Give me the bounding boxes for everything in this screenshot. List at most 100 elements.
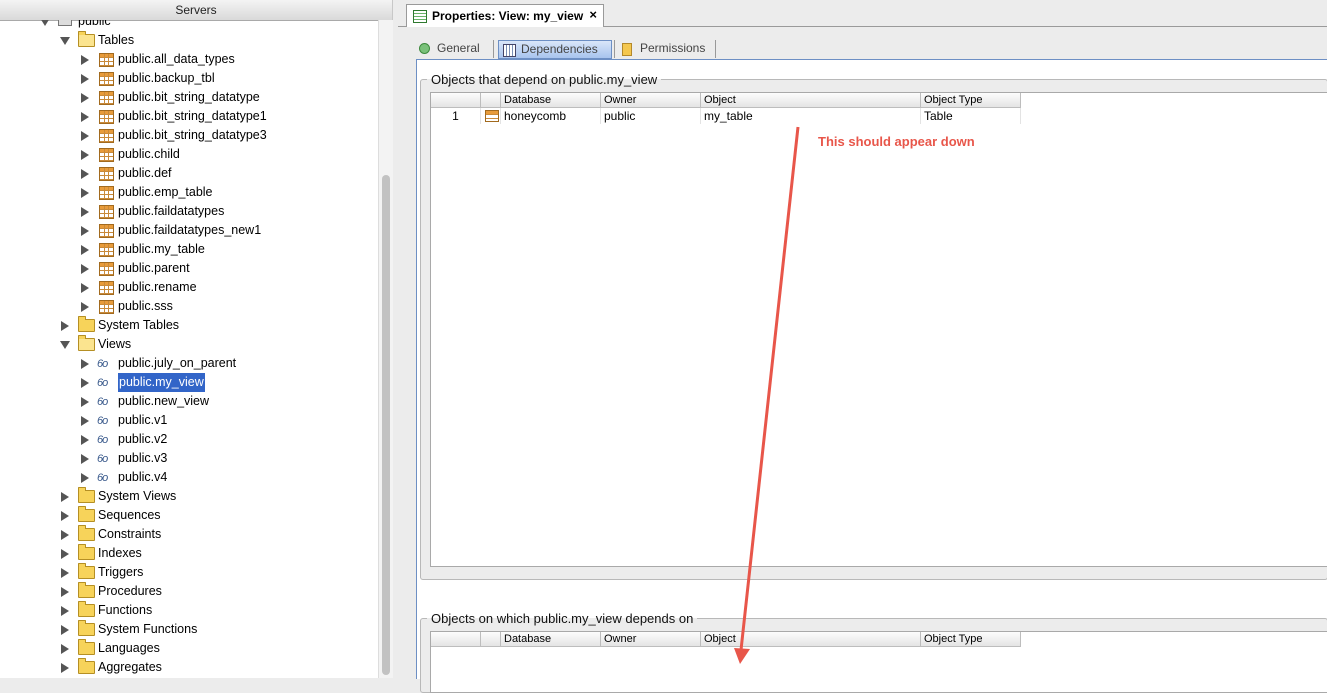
- expand-icon[interactable]: [81, 245, 89, 255]
- tree-item-label: Aggregates: [98, 660, 162, 674]
- expand-icon[interactable]: [81, 302, 89, 312]
- expand-icon[interactable]: [81, 188, 89, 198]
- dependents-table[interactable]: Database Owner Object Object Type 1 hone…: [430, 92, 1327, 567]
- expand-icon[interactable]: [81, 169, 89, 179]
- tab-permissions[interactable]: Permissions: [618, 40, 718, 57]
- column-header-icon: [481, 632, 501, 646]
- expand-icon[interactable]: [61, 492, 69, 502]
- expand-icon[interactable]: [81, 112, 89, 122]
- column-header-object-type[interactable]: Object Type: [921, 632, 1021, 646]
- column-header-owner[interactable]: Owner: [601, 93, 701, 107]
- table-row[interactable]: 1 honeycomb public my_table Table: [431, 108, 1021, 124]
- tree-item-label: public.bit_string_datatype: [118, 90, 260, 104]
- expand-icon[interactable]: [61, 644, 69, 654]
- view-icon: 6o: [97, 396, 108, 408]
- tab-dependencies[interactable]: Dependencies: [498, 40, 612, 59]
- expand-icon[interactable]: [81, 435, 89, 445]
- expand-icon[interactable]: [61, 511, 69, 521]
- tree-item-label: public.emp_table: [118, 185, 213, 199]
- expand-icon[interactable]: [81, 131, 89, 141]
- view-icon: 6o: [97, 472, 108, 484]
- tab-label: General: [437, 41, 480, 55]
- expand-icon[interactable]: [61, 587, 69, 597]
- dependents-group-title: Objects that depend on public.my_view: [431, 72, 658, 87]
- view-properties-icon: [413, 10, 427, 23]
- expand-icon[interactable]: [81, 397, 89, 407]
- dependencies-table[interactable]: Database Owner Object Object Type: [430, 631, 1327, 693]
- folder-open-icon: [78, 335, 95, 351]
- column-header-database[interactable]: Database: [501, 93, 601, 107]
- servers-header-title: Servers: [175, 3, 217, 17]
- permissions-icon: [622, 43, 632, 56]
- table-icon: [99, 72, 114, 86]
- expand-icon[interactable]: [81, 150, 89, 160]
- expand-icon[interactable]: [81, 93, 89, 103]
- folder-icon: [78, 525, 95, 541]
- cell-owner: public: [601, 108, 701, 124]
- general-icon: [419, 43, 430, 54]
- tab-label: Permissions: [640, 41, 706, 55]
- row-icon-cell: [481, 108, 501, 124]
- column-header-database[interactable]: Database: [501, 632, 601, 646]
- tree-item-label: public.v2: [118, 432, 168, 446]
- folder-open-icon: [78, 31, 95, 47]
- column-header-object[interactable]: Object: [701, 93, 921, 107]
- expand-icon[interactable]: [81, 473, 89, 483]
- document-tab-title: Properties: View: my_view: [432, 9, 584, 23]
- collapse-icon[interactable]: [60, 37, 70, 45]
- scrollbar-thumb[interactable]: [382, 175, 390, 675]
- table-icon: [99, 129, 114, 143]
- table-icon: [99, 110, 114, 124]
- expand-icon[interactable]: [61, 568, 69, 578]
- column-header-object-type[interactable]: Object Type: [921, 93, 1021, 107]
- servers-header: Servers: [0, 0, 392, 21]
- folder-icon: [78, 582, 95, 598]
- expand-icon[interactable]: [81, 359, 89, 369]
- view-icon: 6o: [97, 453, 108, 465]
- expand-icon[interactable]: [81, 378, 89, 388]
- expand-icon[interactable]: [81, 416, 89, 426]
- cell-database: honeycomb: [501, 108, 601, 124]
- tree-item-label: public.faildatatypes_new1: [118, 223, 262, 237]
- tree-item-label: public.faildatatypes: [118, 204, 225, 218]
- tree-item-label: Procedures: [98, 584, 162, 598]
- expand-icon[interactable]: [81, 454, 89, 464]
- expand-icon[interactable]: [61, 606, 69, 616]
- table-icon: [99, 186, 114, 200]
- collapse-icon[interactable]: [60, 341, 70, 349]
- table-icon: [485, 110, 499, 122]
- expand-icon[interactable]: [81, 283, 89, 293]
- tree-item-label: public.sss: [118, 299, 173, 313]
- dependencies-content: Objects that depend on public.my_view Da…: [416, 59, 1327, 693]
- expand-icon[interactable]: [61, 625, 69, 635]
- expand-icon[interactable]: [61, 549, 69, 559]
- expand-icon[interactable]: [81, 55, 89, 65]
- folder-icon: [78, 563, 95, 579]
- expand-icon[interactable]: [61, 530, 69, 540]
- expand-icon[interactable]: [61, 663, 69, 673]
- table-icon: [99, 300, 114, 314]
- expand-icon[interactable]: [81, 264, 89, 274]
- cell-object: my_table: [701, 108, 921, 124]
- tree-scrollbar[interactable]: [378, 20, 393, 678]
- tab-general[interactable]: General: [415, 40, 489, 57]
- expand-icon[interactable]: [81, 226, 89, 236]
- close-tab-icon[interactable]: ×: [589, 7, 597, 22]
- expand-icon[interactable]: [81, 207, 89, 217]
- expand-icon[interactable]: [61, 321, 69, 331]
- view-icon: 6o: [97, 415, 108, 427]
- tree-item-label: System Functions: [98, 622, 198, 636]
- collapse-icon[interactable]: [40, 20, 50, 26]
- column-header-rownum: [431, 93, 481, 107]
- column-header-owner[interactable]: Owner: [601, 632, 701, 646]
- expand-icon[interactable]: [81, 74, 89, 84]
- tree-item-label: System Views: [98, 489, 177, 503]
- tree-item-label: Views: [98, 337, 132, 351]
- folder-icon: [78, 658, 95, 674]
- folder-icon: [78, 639, 95, 655]
- table-icon: [99, 53, 114, 67]
- table-icon: [99, 262, 114, 276]
- column-header-object[interactable]: Object: [701, 632, 921, 646]
- properties-document-tab[interactable]: Properties: View: my_view ×: [406, 4, 604, 27]
- tree-item-label: public.all_data_types: [118, 52, 235, 66]
